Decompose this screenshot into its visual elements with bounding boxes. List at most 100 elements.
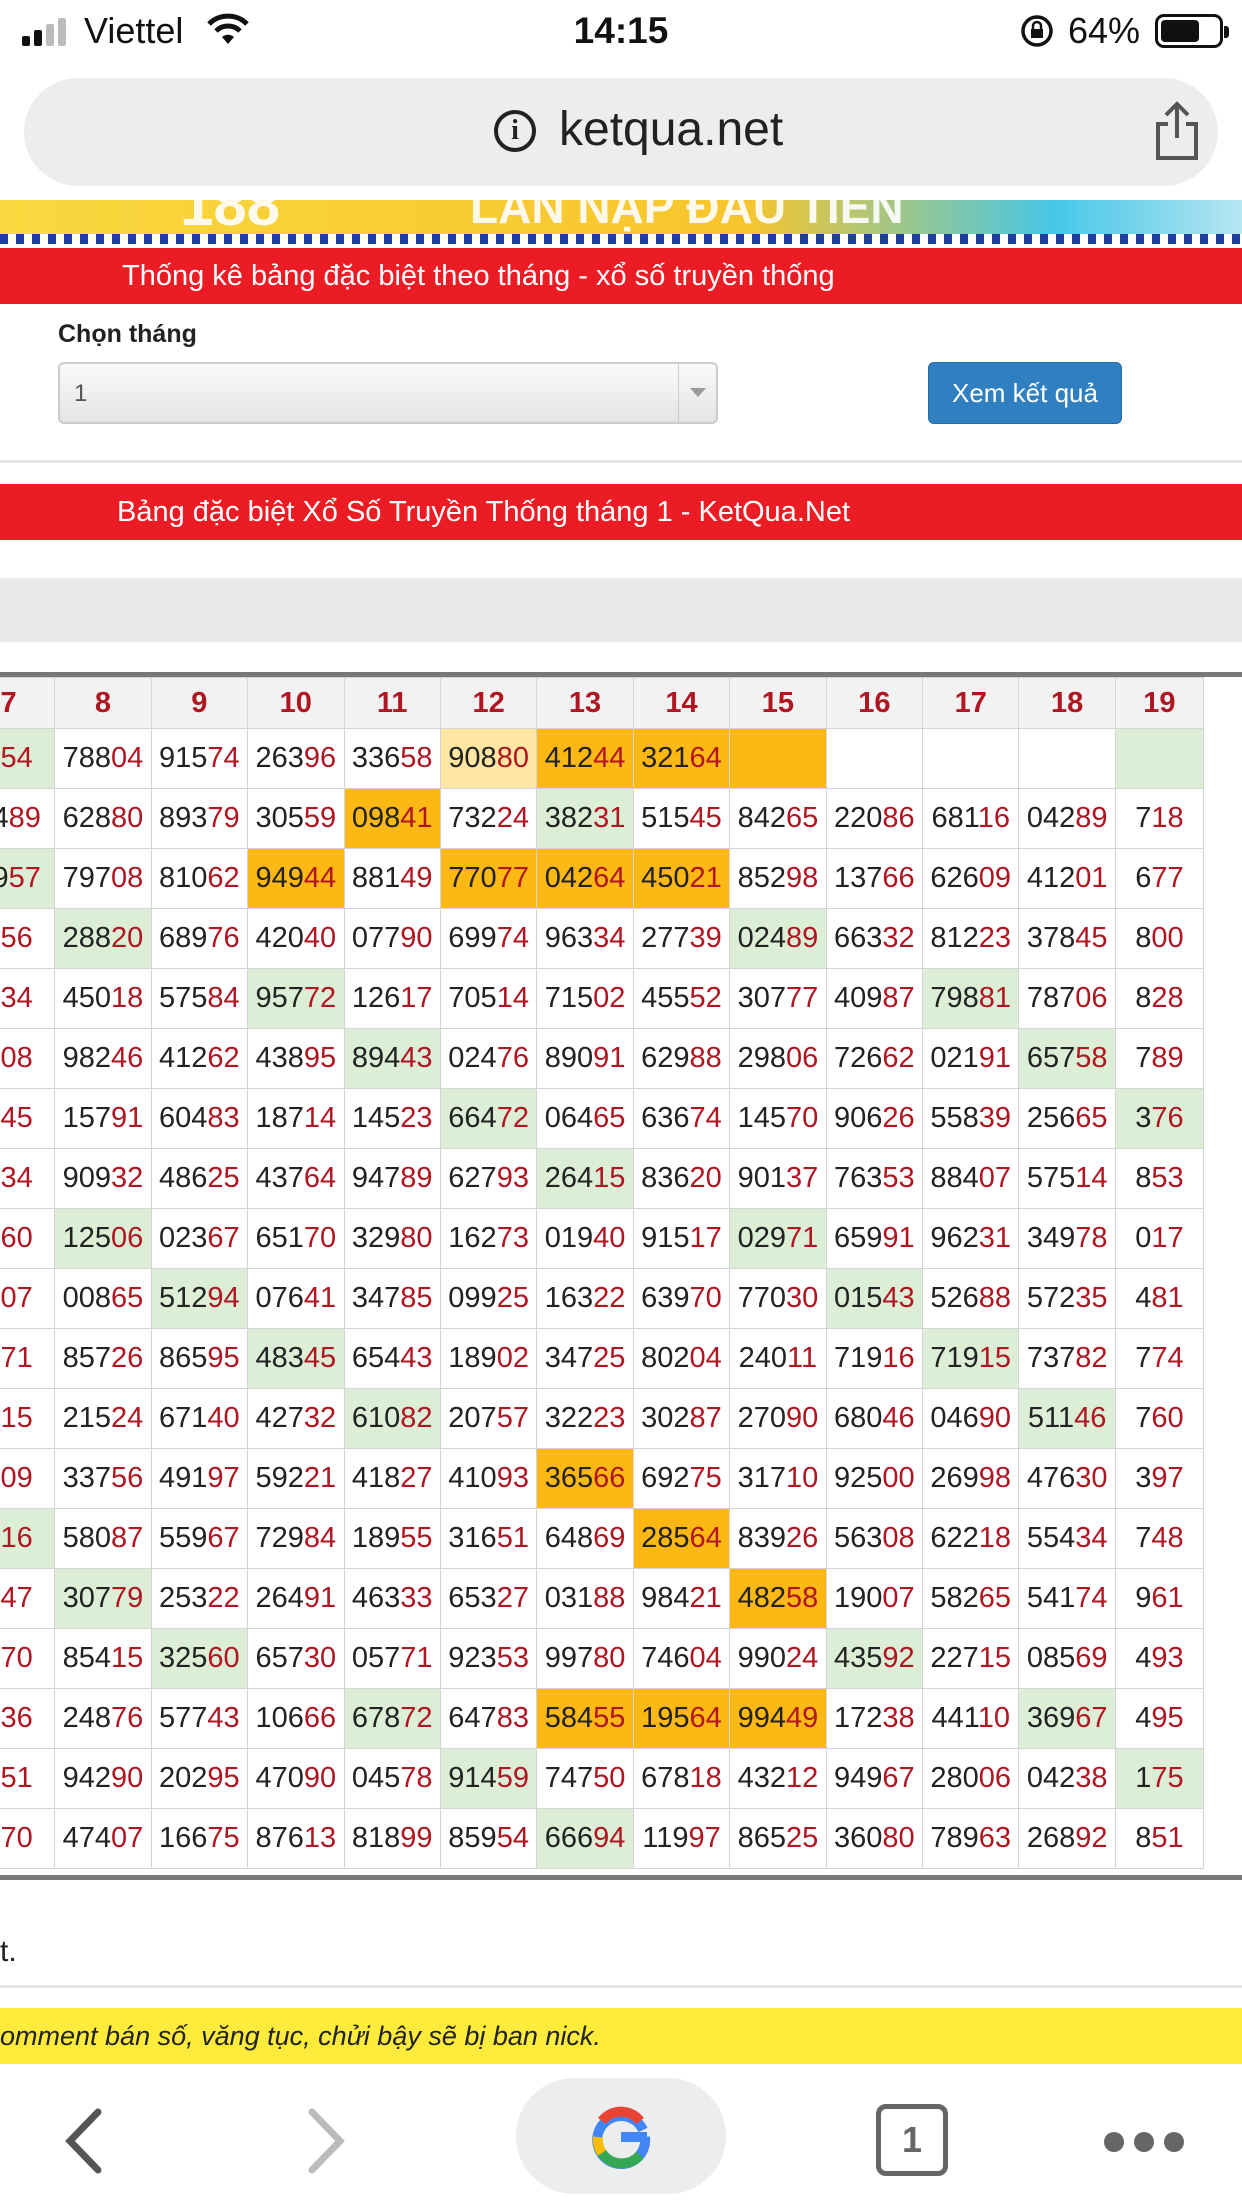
- forward-icon[interactable]: [300, 2106, 350, 2176]
- column-header: 18: [1018, 677, 1116, 729]
- cell-last-two: 52: [689, 982, 722, 1014]
- cell-prefix: 942: [62, 1762, 111, 1794]
- cell-prefix: 195: [641, 1702, 690, 1734]
- month-select-value[interactable]: 1: [74, 380, 87, 408]
- cell-prefix: 626: [930, 862, 979, 894]
- cell-last-two: 62: [207, 1042, 240, 1074]
- cell-last-two: 16: [882, 1342, 915, 1374]
- result-cell: 11997: [632, 1808, 731, 1869]
- back-icon[interactable]: [60, 2106, 110, 2176]
- section-title: Thống kê bảng đặc biệt theo tháng - xổ s…: [122, 260, 835, 292]
- more-icon[interactable]: [1104, 2132, 1184, 2152]
- result-cell: 017: [1114, 1208, 1205, 1269]
- result-cell: 22086: [825, 788, 924, 849]
- result-cell: 934: [0, 1148, 56, 1209]
- cell-last-two: 72: [400, 1702, 433, 1734]
- result-cell: 008: [0, 1028, 56, 1089]
- cell-last-two: 46: [882, 1402, 915, 1434]
- cell-last-two: 84: [303, 1522, 337, 1554]
- table-row: 3562882068976420400779069974963342773902…: [0, 908, 1205, 969]
- tabs-icon[interactable]: 1: [876, 2104, 948, 2176]
- cell-last-two: 07: [111, 1822, 144, 1854]
- url-text[interactable]: ketqua.net: [559, 102, 783, 157]
- cell-prefix: 836: [641, 1162, 690, 1194]
- cell-last-two: 65: [978, 1582, 1012, 1614]
- cell-last-two: 66: [882, 862, 915, 894]
- cell-prefix: 909: [62, 1162, 111, 1194]
- result-cell: 04578: [343, 1748, 441, 1809]
- result-cell: 25322: [150, 1568, 249, 1629]
- result-cell: 47407: [54, 1808, 152, 1869]
- cell-last-two: 17: [1151, 1222, 1184, 1254]
- share-icon[interactable]: [1152, 100, 1202, 162]
- result-cell: 260: [0, 1208, 56, 1269]
- cell-last-two: 61: [1151, 1582, 1184, 1614]
- cell-last-two: 91: [882, 1222, 915, 1254]
- cell-prefix: 240: [738, 1342, 788, 1374]
- table-row: 2708541532560657300577192353997807460499…: [0, 1628, 1205, 1689]
- cell-prefix: 263: [255, 742, 304, 774]
- result-cell: 30779: [54, 1568, 152, 1629]
- grey-spacer: [0, 578, 1242, 642]
- cell-last-two: 66: [303, 1702, 337, 1734]
- month-select[interactable]: 1: [58, 362, 718, 424]
- result-cell: 9957: [0, 848, 56, 909]
- cell-prefix: 268: [1026, 1822, 1076, 1854]
- cell-last-two: 49: [785, 1702, 819, 1734]
- cell-last-two: 46: [111, 1042, 144, 1074]
- cell-prefix: 541: [1026, 1582, 1076, 1614]
- result-cell: 94967: [825, 1748, 924, 1809]
- chevron-down-icon[interactable]: [678, 364, 716, 422]
- cell-last-two: 43: [207, 1702, 240, 1734]
- result-cell: 52688: [922, 1268, 1020, 1329]
- cell-prefix: 418: [351, 1462, 401, 1494]
- cell-prefix: 515: [641, 802, 690, 834]
- google-search-button[interactable]: [516, 2078, 726, 2194]
- cell-last-two: 74: [207, 742, 240, 774]
- result-cell: 2489: [0, 788, 56, 849]
- cell-last-two: 80: [400, 1222, 433, 1254]
- divider: [0, 1985, 1242, 1988]
- cell-last-two: 76: [111, 1702, 144, 1734]
- cell-last-two: 55: [593, 1702, 626, 1734]
- cell-prefix: 24: [0, 802, 9, 834]
- table-row: 5451579160483187141452366472064656367414…: [0, 1088, 1205, 1149]
- result-cell: 27090: [729, 1388, 827, 1449]
- cell-prefix: 812: [930, 922, 979, 954]
- result-cell: 98421: [632, 1568, 731, 1629]
- status-bar: Viettel 14:15 64%: [0, 0, 1242, 62]
- cell-last-two: 24: [785, 1642, 819, 1674]
- result-cell: 65758: [1018, 1028, 1116, 1089]
- ad-banner[interactable]: 188 LẦN NẠP ĐẦU TIÊN: [0, 200, 1242, 244]
- cell-prefix: 463: [351, 1582, 401, 1614]
- cell-prefix: 876: [255, 1822, 304, 1854]
- cell-last-two: 83: [496, 1702, 529, 1734]
- address-bar[interactable]: i ketqua.net: [24, 78, 1218, 186]
- cell-last-two: 90: [400, 922, 433, 954]
- view-results-button[interactable]: Xem kết quả: [928, 362, 1122, 424]
- result-cell: 15791: [54, 1088, 152, 1149]
- cell-prefix: 852: [737, 862, 786, 894]
- comment-notice: omment bán số, văng tục, chửi bậy sẽ bị …: [0, 2008, 1242, 2064]
- result-cell: 02367: [150, 1208, 249, 1269]
- results-table: 78910111213141516171819 9547880491574263…: [0, 672, 1242, 1880]
- cell-last-two: 64: [303, 1162, 337, 1194]
- cell-last-two: 04: [111, 742, 144, 774]
- result-cell: 03188: [536, 1568, 634, 1629]
- cell-last-two: 93: [496, 1462, 529, 1494]
- cell-last-two: 08: [0, 1042, 33, 1074]
- cell-prefix: 884: [930, 1162, 979, 1194]
- cell-prefix: 659: [833, 1222, 883, 1254]
- result-cell: 69275: [632, 1448, 731, 1509]
- cell-prefix: 563: [833, 1522, 883, 1554]
- info-icon[interactable]: i: [494, 110, 536, 152]
- column-header: 8: [54, 677, 152, 729]
- column-header: 14: [632, 677, 731, 729]
- result-cell: 85298: [729, 848, 827, 909]
- table-row: 6362487657743106666787264783584551956499…: [0, 1688, 1205, 1749]
- cell-last-two: 60: [207, 1642, 240, 1674]
- cell-prefix: 491: [159, 1462, 208, 1494]
- cell-prefix: 329: [351, 1222, 401, 1254]
- table-row: 2601250602367651703298016273019409151702…: [0, 1208, 1205, 1269]
- result-cell: 22715: [922, 1628, 1020, 1689]
